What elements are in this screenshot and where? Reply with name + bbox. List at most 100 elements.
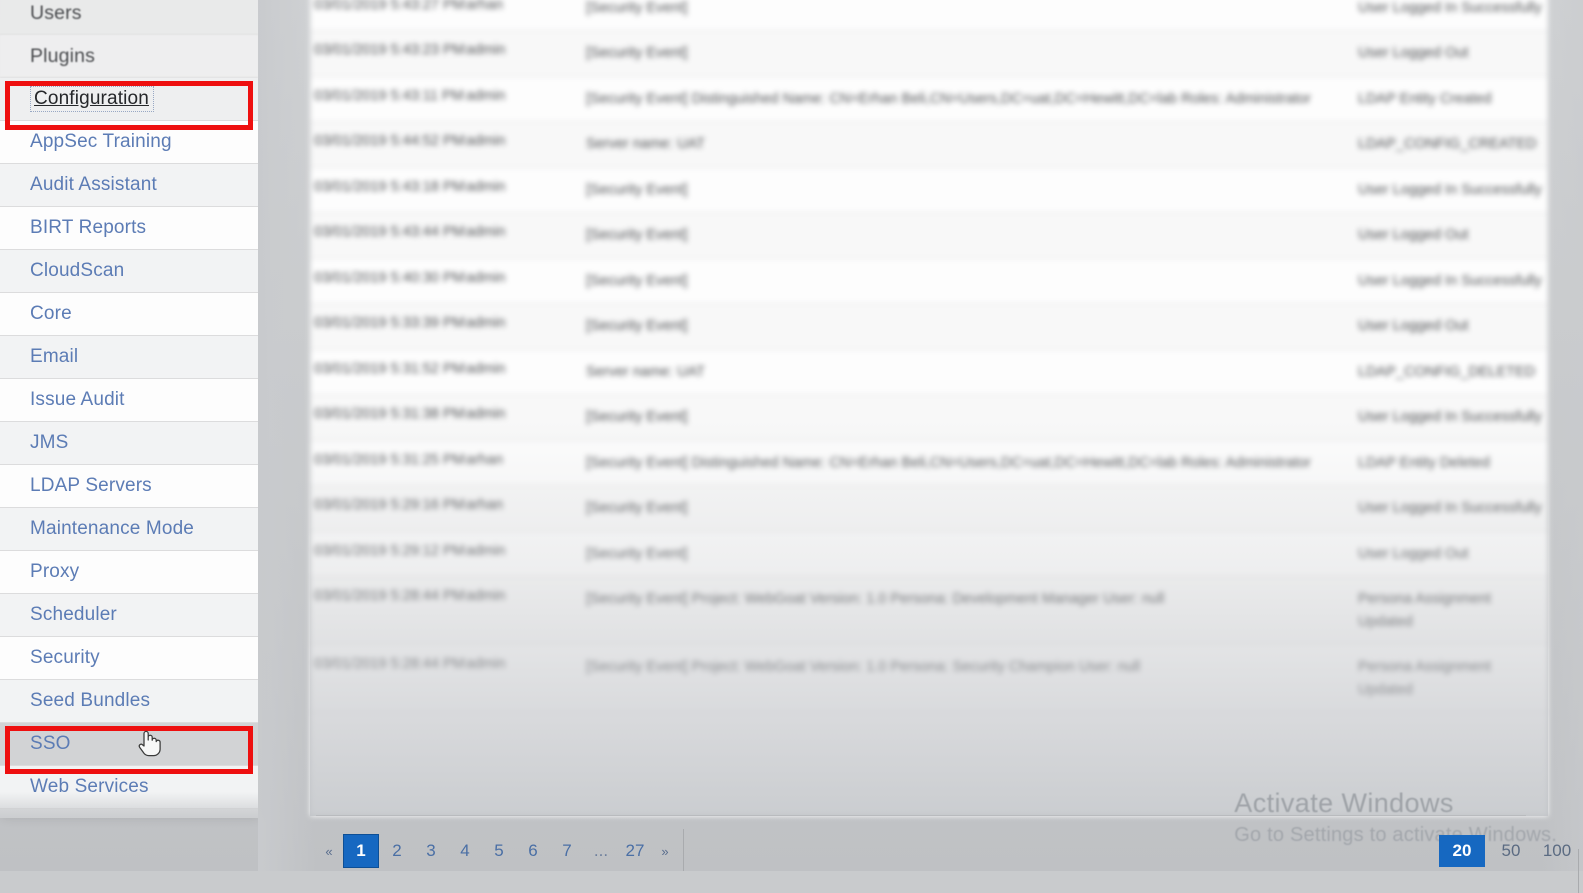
pagination-bar: «1 2 3 4 5 6 7... 27» 20 50 100 [310, 813, 1583, 893]
sidebar-item-cloudscan[interactable]: CloudScan [0, 250, 258, 293]
cell-type: User Logged Out [1358, 45, 1469, 62]
cell-user: admin [466, 315, 506, 332]
main-content: 03/01/2019 5:43:27 PM arhan [Security Even… [258, 0, 1583, 871]
sidebar-item-label: BIRT Reports [30, 217, 147, 238]
sidebar-item-ldap-servers[interactable]: LDAP Servers [0, 465, 258, 508]
table-row[interactable]: 03/01/2019 5:31:52 PM admin Server name: U… [310, 349, 1548, 396]
table-row[interactable]: 03/01/2019 5:43:23 PM admin [Security Even… [310, 31, 1548, 77]
sidebar-item-maintenance-mode[interactable]: Maintenance Mode [0, 508, 258, 551]
pagination-page-27[interactable]: 27 [620, 836, 650, 866]
cell-date: 03/01/2019 5:43:23 PM [314, 42, 465, 59]
sidebar-item-label: Proxy [30, 561, 80, 582]
page-number-list[interactable]: «1 2 3 4 5 6 7... 27» [318, 835, 680, 867]
table-row[interactable]: 03/01/2019 5:31:38 PM admin [Security Even… [310, 395, 1548, 441]
cell-description: [Security Event] [586, 545, 688, 562]
pagination-page-7[interactable]: 7 [552, 836, 582, 866]
table-row[interactable]: 03/01/2019 5:40:30 PM admin [Security Even… [310, 258, 1548, 305]
cell-user: admin [466, 656, 506, 673]
cell-date: 03/01/2019 5:43:11 PM [314, 87, 464, 104]
cell-type: Persona Assignment Updated [1358, 659, 1491, 698]
sidebar-item-security[interactable]: Security [0, 637, 258, 680]
cell-description: [Security Event] [586, 181, 688, 198]
pagination-page-4[interactable]: 4 [450, 836, 480, 866]
sidebar-item-label: Web Services [30, 776, 149, 797]
pagination-prev-button[interactable]: « [318, 836, 340, 866]
table-row[interactable]: 03/01/2019 5:43:11 PM admin [Security Even… [310, 76, 1548, 123]
table-row[interactable]: 03/01/2019 5:31:25 PM arhan [Security Even… [310, 440, 1548, 487]
table-row[interactable]: 03/01/2019 5:28:44 PM admin [Security Even… [310, 577, 1548, 646]
pagination-page-2[interactable]: 2 [382, 836, 412, 866]
cell-description: [Security Event] Distinguished Name: CN=… [586, 454, 1311, 471]
cell-date: 03/01/2019 5:44:52 PM [314, 133, 465, 150]
cell-user: admin [466, 542, 506, 559]
sidebar-item-label: Maintenance Mode [30, 518, 195, 539]
cell-description: [Security Event] Project: WebGoat Versio… [586, 591, 1165, 608]
cell-user: admin [466, 588, 506, 605]
sidebar-item-proxy[interactable]: Proxy [0, 551, 258, 594]
sidebar-item-label: Security [30, 647, 100, 668]
cell-date: 03/01/2019 5:31:25 PM [314, 451, 465, 468]
cell-description: [Security Event] [586, 318, 688, 335]
cell-date: 03/01/2019 5:29:12 PM [314, 542, 465, 559]
pagination-page-5[interactable]: 5 [484, 836, 514, 866]
page-size-option-50[interactable]: 50 [1491, 836, 1531, 866]
table-row[interactable]: 03/01/2019 5:29:16 PM arhan [Security Even… [310, 486, 1548, 532]
cell-date: 03/01/2019 5:43:27 PM [314, 0, 465, 13]
cell-user: admin [466, 360, 506, 377]
cell-date: 03/01/2019 5:29:16 PM [314, 497, 465, 514]
sidebar-item-label: Core [30, 303, 72, 324]
cell-date: 03/01/2019 5:33:39 PM [314, 315, 465, 332]
pagination-next-button[interactable]: » [654, 836, 676, 866]
sidebar-item-birt-reports[interactable]: BIRT Reports [0, 207, 258, 250]
cell-date: 03/01/2019 5:31:52 PM [314, 360, 465, 377]
sidebar-item-email[interactable]: Email [0, 336, 258, 379]
sidebar-item-jms[interactable]: JMS [0, 422, 258, 465]
table-row[interactable]: 03/01/2019 5:43:18 PM admin [Security Even… [310, 167, 1548, 214]
sidebar-item-plugins: Plugins [0, 35, 258, 78]
sidebar-item-sso[interactable]: SSO [0, 723, 258, 766]
sidebar-item-label: JMS [30, 432, 69, 453]
pagination-page-3[interactable]: 3 [416, 836, 446, 866]
sidebar-item-seed-bundles[interactable]: Seed Bundles [0, 680, 258, 723]
table-row[interactable]: 03/01/2019 5:43:44 PM admin [Security Even… [310, 213, 1548, 259]
sidebar-item-issue-audit[interactable]: Issue Audit [0, 379, 258, 422]
table-row[interactable]: 03/01/2019 5:33:39 PM admin [Security Even… [310, 304, 1548, 350]
cell-type: LDAP_CONFIG_CREATED [1358, 136, 1537, 153]
sidebar-item-label: AppSec Training [30, 131, 172, 152]
cell-description: [Security Event] [586, 500, 688, 517]
cell-user: admin [466, 406, 506, 423]
cell-user: arhan [466, 451, 504, 468]
cell-type: User Logged In Successfully [1358, 409, 1542, 426]
sidebar-item-core[interactable]: Core [0, 293, 258, 336]
app-root: Users Plugins Configuration AppSec Training… [0, 0, 1583, 893]
cell-type: LDAP Entity Created [1358, 90, 1492, 107]
sidebar-item-scheduler[interactable]: Scheduler [0, 594, 258, 637]
cell-description: Server name: UAT [586, 363, 705, 380]
table-row[interactable]: 03/01/2019 5:29:12 PM admin [Security Even… [310, 531, 1548, 578]
sidebar-item-configuration[interactable]: Configuration [0, 78, 258, 121]
sidebar-item-label: Plugins [30, 44, 96, 67]
cell-user: arhan [466, 0, 504, 13]
table-row[interactable]: 03/01/2019 5:28:44 PM admin [Security Even… [310, 645, 1548, 713]
pagination-ellipsis: ... [593, 841, 609, 860]
sidebar-item-audit-assistant[interactable]: Audit Assistant [0, 164, 258, 207]
audit-log-table: 03/01/2019 5:43:27 PM arhan [Security Even… [310, 0, 1548, 816]
cell-user: admin [466, 133, 506, 150]
pagination-page-1[interactable]: 1 [344, 835, 378, 867]
sidebar-item-label: Configuration [30, 86, 154, 112]
sidebar-item-web-services[interactable]: Web Services [0, 766, 258, 809]
table-row[interactable]: 03/01/2019 5:44:52 PM admin Server name: U… [310, 122, 1548, 168]
cell-date: 03/01/2019 5:28:44 PM [314, 588, 465, 605]
mouse-cursor-pointer-icon [136, 726, 162, 758]
cell-date: 03/01/2019 5:28:44 PM [314, 656, 465, 673]
cell-date: 03/01/2019 5:31:38 PM [314, 406, 465, 423]
page-size-option-100[interactable]: 100 [1537, 836, 1577, 866]
page-size-option-20[interactable]: 20 [1439, 835, 1485, 867]
cell-description: [Security Event] [586, 409, 688, 426]
page-size-selector[interactable]: 20 50 100 [1433, 835, 1579, 893]
table-row[interactable]: 03/01/2019 5:43:27 PM arhan [Security Even… [310, 0, 1548, 32]
sidebar-item-appsec-training[interactable]: AppSec Training [0, 121, 258, 164]
pagination-page-6[interactable]: 6 [518, 836, 548, 866]
sidebar-item-label: LDAP Servers [30, 475, 152, 496]
cell-user: admin [466, 42, 506, 59]
